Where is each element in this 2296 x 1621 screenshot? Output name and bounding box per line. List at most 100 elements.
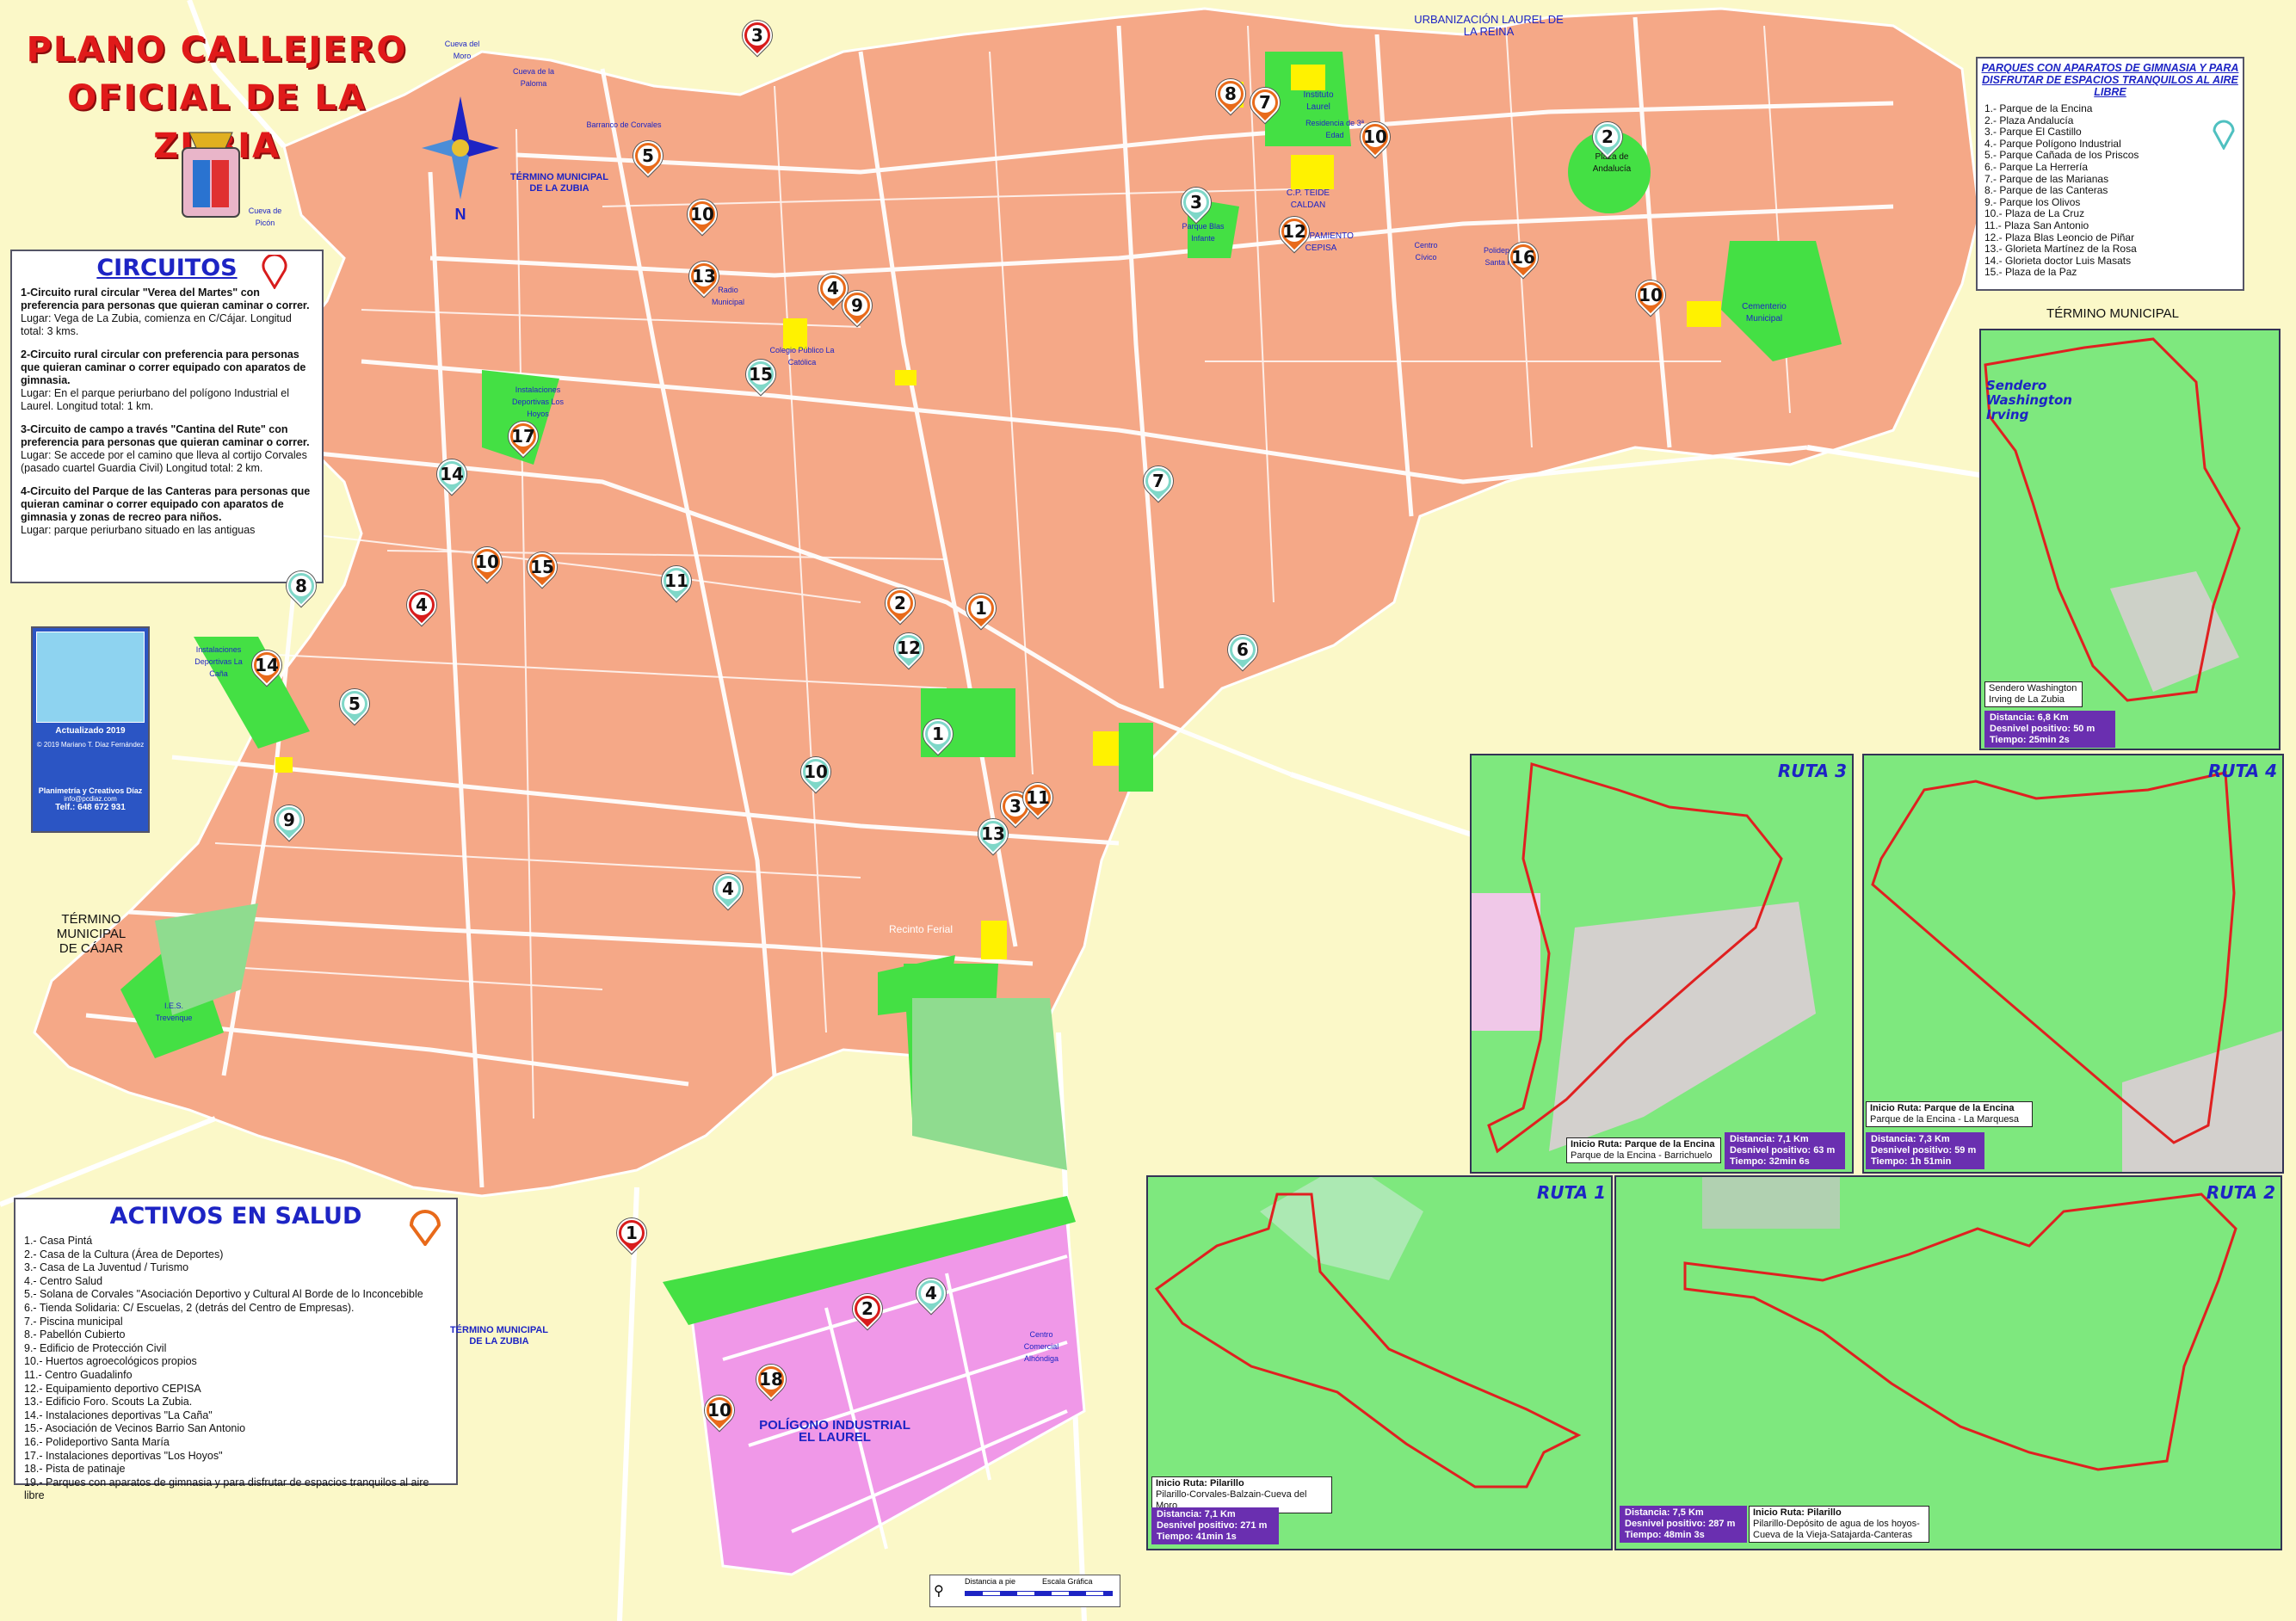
pin-number: 9 <box>283 810 295 830</box>
pin-number: 1 <box>932 724 944 744</box>
label-hoyos: Instalaciones Deportivas Los Hoyos <box>511 385 565 418</box>
termino-top-right: TÉRMINO MUNICIPAL <box>2046 306 2179 321</box>
route-map <box>1683 1177 2237 1471</box>
circuito-4: 4-Circuito del Parque de las Canteras pa… <box>21 485 315 537</box>
washington-label: Sendero Washington Irving <box>1986 378 2072 422</box>
ruta2-inicio: Inicio Ruta: Pilarillo <box>1753 1507 1842 1518</box>
pin-number: 4 <box>722 878 734 899</box>
activo-item: 1.- Casa Pintá <box>24 1235 93 1247</box>
circuito-2-heading: 2-Circuito rural circular con preferenci… <box>21 348 306 386</box>
activo-item: 5.- Solana de Corvales "Asociación Depor… <box>24 1288 423 1301</box>
label-recinto-ferial: Recinto Ferial <box>888 923 954 935</box>
label-cementerio: Cementerio Municipal <box>1742 302 1787 324</box>
ruta2-distancia: Distancia: 7,5 Km <box>1625 1507 1704 1518</box>
parques-title: PARQUES CON APARATOS DE GIMNASIA Y PARA … <box>1981 62 2239 98</box>
circuitos-panel: CIRCUITOS 1-Circuito rural circular "Ver… <box>10 250 324 583</box>
label-colegio-catolica: Colegio Público La Católica <box>769 346 835 367</box>
activo-item: 18.- Pista de patinaje <box>24 1463 126 1476</box>
ruta2-desnivel: Desnivel positivo: 287 m <box>1625 1519 1736 1529</box>
label-centro-comercial: Centro Comercial Alhóndiga <box>1023 1330 1059 1363</box>
inset-ruta3[interactable]: RUTA 3 Inicio Ruta: Parque de la Encina P… <box>1470 754 1854 1174</box>
pin-number: 2 <box>1602 126 1614 147</box>
pin-number: 16 <box>1511 247 1535 268</box>
ruta4-recorrido: Parque de la Encina - La Marquesa <box>1870 1114 2020 1125</box>
inset-ruta1[interactable]: RUTA 1 Inicio Ruta: Pilarillo Pilarillo-C… <box>1146 1175 1613 1550</box>
ruta3-distancia: Distancia: 7,1 Km <box>1730 1134 1809 1144</box>
globe-icon <box>36 632 145 723</box>
compass-icon: N <box>422 96 499 223</box>
ruta4-stats: Distancia: 7,3 Km Desnivel positivo: 59 … <box>1866 1132 1984 1169</box>
scale-walk: Distancia a pie <box>965 1577 1016 1586</box>
pin-number: 13 <box>692 266 716 287</box>
inset-washington[interactable]: Sendero Washington Irving Sendero Washin… <box>1979 329 2281 750</box>
label-cueva-moro: Cueva del Moro <box>444 40 480 60</box>
ruta3-recorrido: Parque de la Encina - Barrichuelo <box>1571 1150 1713 1161</box>
ruta2-recorrido: Pilarillo-Depósito de agua de los hoyos-… <box>1753 1519 1920 1540</box>
parque-item: 13.- Glorieta Martínez de la Rosa <box>1984 243 2137 256</box>
inset-ruta2[interactable]: RUTA 2 Distancia: 7,5 Km Desnivel positi… <box>1614 1175 2282 1550</box>
activo-item: 10.- Huertos agroecológicos propios <box>24 1355 197 1368</box>
parque-item: 6.- Parque La Herrería <box>1984 160 2089 173</box>
activo-item: 14.- Instalaciones deportivas "La Caña" <box>24 1408 213 1421</box>
pin-number: 9 <box>851 295 863 316</box>
parque-item: 5.- Parque Cañada de los Priscos <box>1984 149 2139 162</box>
circuito-1-heading: 1-Circuito rural circular "Verea del Mar… <box>21 287 310 311</box>
circuito-4-heading: 4-Circuito del Parque de las Canteras pa… <box>21 485 311 523</box>
pin-number: 10 <box>707 1400 731 1421</box>
title-line-1: PLANO CALLEJERO <box>26 30 408 70</box>
inset-ruta4[interactable]: RUTA 4 Inicio Ruta: Parque de la Encina P… <box>1862 754 2284 1174</box>
parque-item: 11.- Plaza San Antonio <box>1984 219 2089 231</box>
logo-company: Planimetría y Creativos Díaz <box>38 786 143 795</box>
ruta3-inicio: Inicio Ruta: Parque de la Encina <box>1571 1139 1715 1149</box>
label-cana: Instalaciones Deportivas La Caña <box>194 645 243 678</box>
activo-item: 8.- Pabellón Cubierto <box>24 1328 126 1341</box>
activos-title: ACTIVOS EN SALUD <box>109 1203 362 1230</box>
ruta4-desnivel: Desnivel positivo: 59 m <box>1871 1145 1977 1156</box>
logo-updated: Actualizado 2019 <box>55 726 126 736</box>
activo-item: 6.- Tienda Solidaria: C/ Escuelas, 2 (de… <box>24 1301 355 1314</box>
pin-number: 17 <box>511 426 535 447</box>
washington-distancia: Distancia: 6,8 Km <box>1990 712 2069 723</box>
pin-number: 11 <box>1026 787 1050 808</box>
ruta1-desnivel: Desnivel positivo: 271 m <box>1157 1520 1268 1531</box>
pin-number: 14 <box>255 655 279 675</box>
washington-tiempo: Tiempo: 25min 2s <box>1990 735 2070 745</box>
activos-list: 1.- Casa Pintá 2.- Casa de la Cultura (Ár… <box>24 1235 447 1503</box>
pin-number: 7 <box>1259 92 1271 113</box>
label-barranco: Barranco de Corvales <box>586 120 662 129</box>
publisher-logo: Actualizado 2019 © 2019 Mariano T. Díaz … <box>31 626 150 833</box>
pin-number: 4 <box>925 1283 937 1304</box>
circuito-1: 1-Circuito rural circular "Verea del Mar… <box>21 287 315 338</box>
ruta4-inicio: Inicio Ruta: Parque de la Encina <box>1870 1103 2015 1113</box>
label-cp-teide: C.P. TEIDE CALDAN <box>1286 188 1330 210</box>
circuito-3-detail: Lugar: Se accede por el camino que lleva… <box>21 449 307 474</box>
ruta3-desnivel: Desnivel positivo: 63 m <box>1730 1145 1836 1156</box>
pin-number: 10 <box>690 204 714 225</box>
activo-item: 11.- Centro Guadalinfo <box>24 1368 133 1381</box>
pin-number: 12 <box>1282 221 1306 242</box>
pin-number: 10 <box>804 761 828 782</box>
activos-panel: ACTIVOS EN SALUD 1.- Casa Pintá 2.- Casa … <box>14 1198 458 1501</box>
pin-number: 11 <box>664 570 688 591</box>
urbanizacion-laurel: URBANIZACIÓN LAUREL DE LA REINA <box>1414 13 1564 38</box>
circuito-3: 3-Circuito de campo a través "Cantina de… <box>21 423 315 475</box>
scale-legend: ⚲ Distancia a pie Escala Gráfica <box>929 1575 1120 1607</box>
parque-item: 10.- Plaza de La Cruz <box>1984 207 2085 220</box>
activo-item: 9.- Edificio de Protección Civil <box>24 1341 167 1354</box>
logo-phone: Telf.: 648 672 931 <box>55 803 126 812</box>
ruta3-label: RUTA 3 <box>1777 761 1847 781</box>
parque-item: 3.- Parque El Castillo <box>1984 126 2082 139</box>
ruta2-tiempo: Tiempo: 48min 3s <box>1625 1530 1705 1540</box>
label-ies: I.E.S. Trevenque <box>155 1002 193 1022</box>
ruta1-label: RUTA 1 <box>1536 1182 1606 1203</box>
pin-marker-icon <box>262 255 287 289</box>
activo-item: 3.- Casa de La Juventud / Turismo <box>24 1261 189 1274</box>
parque-item: 7.- Parque de las Marianas <box>1984 172 2109 185</box>
pin-number: 18 <box>759 1369 783 1390</box>
pin-number: 1 <box>626 1223 638 1243</box>
parque-item: 12.- Plaza Blas Leoncio de Piñar <box>1984 231 2135 243</box>
parque-item: 8.- Parque de las Canteras <box>1984 184 2108 197</box>
pin-number: 7 <box>1152 471 1164 491</box>
pin-number: 10 <box>1363 126 1387 147</box>
label-blas-infante: Parque Blas Infante <box>1182 222 1225 243</box>
